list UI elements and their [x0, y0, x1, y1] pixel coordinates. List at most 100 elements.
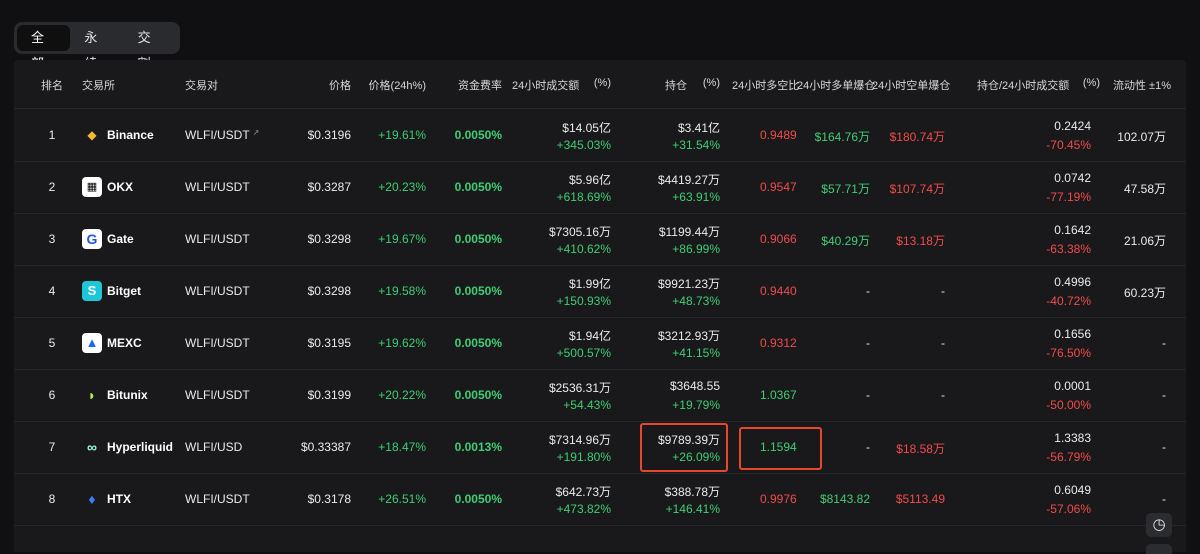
header-long-short-ratio[interactable]: 24小时多空比: [732, 77, 799, 93]
liquidity-cell: -: [1162, 492, 1166, 506]
header-exchange[interactable]: 交易所: [82, 77, 115, 93]
ls-ratio-cell: 0.9489: [760, 128, 797, 142]
funding-cell: 0.0050%: [454, 232, 502, 246]
exchange-name[interactable]: Bitunix: [107, 388, 148, 402]
oi-volume-change-cell: -57.06%: [1046, 502, 1091, 516]
header-volume-pct[interactable]: (%): [584, 77, 611, 89]
pair-cell[interactable]: WLFI/USDT ↗: [185, 128, 259, 142]
price-cell: $0.3195: [307, 336, 351, 350]
table-row[interactable]: 5 ▲ MEXC WLFI/USDT $0.3195 +19.62% 0.005…: [14, 317, 1186, 370]
long-liq-cell: $8143.82: [819, 492, 870, 506]
pair-cell[interactable]: WLFI/USDT: [185, 284, 250, 298]
volume-cell: $7305.16万: [548, 225, 611, 239]
oi-change-cell: +31.54%: [672, 138, 720, 152]
exchange-name[interactable]: Bitget: [107, 284, 141, 298]
bitget-logo-icon: S: [82, 281, 102, 301]
long-liq-cell: -: [866, 388, 870, 402]
header-pair[interactable]: 交易对: [185, 77, 218, 93]
oi-volume-change-cell: -63.38%: [1046, 242, 1091, 256]
oi-change-cell: +48.73%: [672, 294, 720, 308]
funding-cell: 0.0050%: [454, 180, 502, 194]
header-change[interactable]: 价格(24h%): [354, 77, 426, 93]
ls-ratio-cell: 0.9312: [760, 336, 797, 350]
floating-button-edge[interactable]: [1146, 544, 1172, 554]
table-row[interactable]: 2 ▦ OKX WLFI/USDT $0.3287 +20.23% 0.0050…: [14, 161, 1186, 214]
tab-delivery[interactable]: 交割: [124, 25, 177, 71]
exchange-name[interactable]: HTX: [107, 492, 131, 506]
price-cell: $0.33387: [300, 440, 351, 454]
header-oi-volume[interactable]: 持仓/24小时成交额: [977, 77, 1069, 93]
rank-cell: 6: [48, 388, 56, 402]
pair-cell[interactable]: WLFI/USDT: [185, 492, 250, 506]
price-cell: $0.3196: [307, 128, 351, 142]
oi-volume-change-cell: -77.19%: [1046, 190, 1091, 204]
pair-cell[interactable]: WLFI/USDT: [185, 388, 250, 402]
table-row[interactable]: 6 ◗ Bitunix WLFI/USDT $0.3199 +20.22% 0.…: [14, 369, 1186, 422]
pair-cell[interactable]: WLFI/USDT: [185, 232, 250, 246]
exchange-name[interactable]: Gate: [107, 232, 134, 246]
pair-cell[interactable]: WLFI/USDT: [185, 180, 250, 194]
table-row[interactable]: 8 ♦ HTX WLFI/USDT $0.3178 +26.51% 0.0050…: [14, 473, 1186, 526]
oi-volume-change-cell: -70.45%: [1046, 138, 1091, 152]
short-liq-cell: -: [941, 336, 945, 350]
oi-cell: $1199.44万: [658, 225, 720, 239]
oi-volume-cell: 1.3383: [1054, 431, 1091, 445]
table-row[interactable]: 1 ◆ Binance WLFI/USDT ↗ $0.3196 +19.61% 0…: [14, 109, 1186, 162]
ls-ratio-cell: 0.9547: [760, 180, 797, 194]
liquidity-cell: 47.58万: [1123, 182, 1166, 196]
oi-volume-cell: 0.2424: [1054, 119, 1091, 133]
table-row[interactable]: 3 G Gate WLFI/USDT $0.3298 +19.67% 0.005…: [14, 213, 1186, 266]
exchange-name[interactable]: Hyperliquid: [107, 440, 173, 454]
rank-cell: 7: [48, 440, 56, 454]
ls-ratio-cell: 0.9976: [760, 492, 797, 506]
oi-volume-cell: 0.1656: [1054, 327, 1091, 341]
pair-cell[interactable]: WLFI/USDT: [185, 336, 250, 350]
tab-perpetual[interactable]: 永续: [70, 25, 123, 71]
header-rank[interactable]: 排名: [40, 77, 64, 93]
ls-ratio-cell: 1.0367: [760, 388, 797, 402]
market-type-tabs: 全部 永续 交割: [14, 22, 180, 71]
header-price[interactable]: 价格: [250, 77, 351, 93]
volume-change-cell: +410.62%: [556, 242, 611, 256]
volume-change-cell: +473.82%: [556, 502, 611, 516]
oi-volume-change-cell: -40.72%: [1046, 294, 1091, 308]
htx-flame-logo-icon: ♦: [88, 491, 96, 507]
volume-cell: $2536.31万: [548, 381, 611, 395]
exchange-name[interactable]: OKX: [107, 180, 133, 194]
header-funding[interactable]: 资金费率: [434, 77, 502, 93]
rank-cell: 3: [48, 232, 56, 246]
volume-cell: $1.99亿: [568, 277, 611, 291]
exchange-name[interactable]: MEXC: [107, 336, 142, 350]
header-volume[interactable]: 24小时成交额: [512, 77, 579, 93]
clock-icon[interactable]: ◷: [1146, 513, 1172, 537]
gate-logo-icon: G: [82, 229, 102, 249]
change-cell: +26.51%: [378, 492, 426, 506]
change-cell: +18.47%: [378, 440, 426, 454]
price-cell: $0.3178: [307, 492, 351, 506]
header-long-liquidation[interactable]: 24小时多单爆仓: [797, 77, 875, 93]
oi-change-cell: +19.79%: [672, 398, 720, 412]
oi-volume-change-cell: -76.50%: [1046, 346, 1091, 360]
exchange-name[interactable]: Binance: [107, 128, 154, 142]
ls-ratio-cell: 0.9066: [760, 232, 797, 246]
short-liq-cell: -: [941, 388, 945, 402]
table-row[interactable]: 7 ∞ Hyperliquid WLFI/USD $0.33387 +18.47…: [14, 421, 1186, 474]
tab-all[interactable]: 全部: [17, 25, 71, 71]
header-open-interest[interactable]: 持仓: [665, 77, 687, 93]
header-liquidity[interactable]: 流动性 ±1%: [1113, 77, 1171, 93]
short-liq-cell: $180.74万: [889, 130, 945, 144]
long-liq-cell: $164.76万: [814, 130, 870, 144]
short-liq-cell: $5113.49: [895, 492, 945, 506]
oi-volume-cell: 0.4996: [1054, 275, 1091, 289]
oi-volume-change-cell: -50.00%: [1046, 398, 1091, 412]
short-liq-cell: $13.18万: [896, 234, 945, 248]
oi-change-cell: +41.15%: [672, 346, 720, 360]
table-row[interactable]: 4 S Bitget WLFI/USDT $0.3298 +19.58% 0.0…: [14, 265, 1186, 318]
highlight-box-open-interest: [640, 423, 728, 472]
header-short-liquidation[interactable]: 24小时空单爆仓: [872, 77, 950, 93]
oi-volume-change-cell: -56.79%: [1046, 450, 1091, 464]
pair-cell[interactable]: WLFI/USD: [185, 440, 242, 454]
header-oi-pct[interactable]: (%): [694, 77, 720, 89]
header-oi-volume-pct[interactable]: (%): [1074, 77, 1100, 89]
volume-change-cell: +54.43%: [563, 398, 611, 412]
